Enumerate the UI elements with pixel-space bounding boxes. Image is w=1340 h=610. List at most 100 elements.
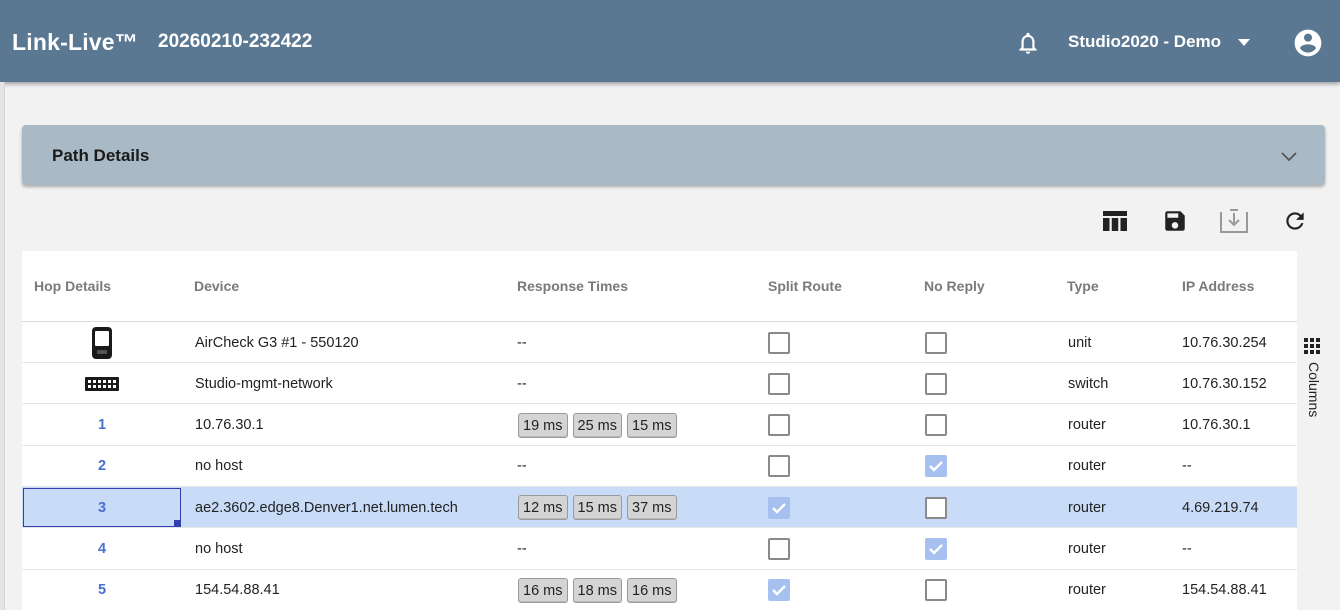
- response-times-text: --: [517, 458, 527, 475]
- split-route-cell: [768, 529, 790, 570]
- table-row[interactable]: 3 ae2.3602.edge8.Denver1.net.lumen.tech 12…: [22, 487, 1297, 529]
- hop-details-cell[interactable]: 2: [22, 446, 182, 487]
- split-route-checkbox[interactable]: [768, 372, 790, 395]
- column-header-hop-details[interactable]: Hop Details: [34, 278, 111, 294]
- no-reply-checkbox[interactable]: [925, 538, 947, 560]
- type-cell: router: [1068, 582, 1106, 599]
- response-times-cell: --: [517, 446, 527, 487]
- no-reply-checkbox[interactable]: [925, 414, 947, 437]
- no-reply-checkbox[interactable]: [925, 579, 947, 602]
- column-header-ip-address[interactable]: IP Address: [1182, 278, 1254, 294]
- table-row[interactable]: 2 no host -- router --: [22, 446, 1297, 487]
- split-route-checkbox[interactable]: [768, 496, 790, 519]
- top-app-bar: Link-Live™ 20260210-232422 Studio2020 - …: [0, 0, 1340, 82]
- response-times-cell: --: [517, 529, 527, 570]
- hop-number-link[interactable]: 2: [98, 458, 106, 474]
- ip-address-cell: --: [1182, 458, 1192, 475]
- type-cell: router: [1068, 417, 1106, 434]
- column-header-split-route[interactable]: Split Route: [768, 278, 842, 294]
- notifications-bell-icon[interactable]: [1015, 30, 1041, 56]
- column-header-device[interactable]: Device: [194, 278, 239, 294]
- network-switch-icon: [84, 376, 120, 392]
- split-route-cell: [768, 363, 790, 404]
- left-rail: [0, 82, 5, 610]
- type-cell: router: [1068, 541, 1106, 557]
- columns-label[interactable]: Columns: [1302, 362, 1322, 432]
- table-row[interactable]: Studio-mgmt-network -- switch 10.76.30.152: [22, 363, 1297, 405]
- type-cell: unit: [1068, 334, 1092, 351]
- table-row[interactable]: AirCheck G3 #1 - 550120 -- unit 10.76.30.25…: [22, 322, 1297, 363]
- table-row[interactable]: 4 no host -- router --: [22, 529, 1297, 570]
- grid-header: Hop Details Device Response Times Split …: [22, 251, 1297, 322]
- table-row[interactable]: 1 10.76.30.1 19 ms 25 ms 15 ms router 10.76.30…: [22, 405, 1297, 446]
- table-row[interactable]: 5 154.54.88.41 16 ms 18 ms 16 ms router 154.54…: [22, 570, 1297, 610]
- response-times-cell: 16 ms 18 ms 16 ms: [518, 570, 682, 610]
- no-reply-checkbox[interactable]: [925, 372, 947, 395]
- hop-number-link[interactable]: 4: [98, 541, 106, 557]
- split-route-cell: [768, 487, 790, 528]
- hop-details-cell[interactable]: 5: [22, 570, 182, 610]
- ip-address-cell: 154.54.88.41: [1182, 582, 1267, 599]
- account-circle-icon[interactable]: [1292, 27, 1324, 59]
- no-reply-cell: [925, 446, 947, 487]
- split-route-checkbox[interactable]: [768, 455, 790, 478]
- ip-address-cell: 10.76.30.254: [1182, 334, 1267, 351]
- response-time-chip: 15 ms: [627, 412, 677, 438]
- response-times-cell: 12 ms 15 ms 37 ms: [518, 487, 682, 528]
- column-header-response-times[interactable]: Response Times: [517, 278, 628, 294]
- refresh-icon[interactable]: [1280, 206, 1310, 236]
- path-details-accordion[interactable]: Path Details: [22, 125, 1325, 185]
- brand-logo[interactable]: Link-Live™: [12, 29, 138, 56]
- hop-details-cell[interactable]: [22, 322, 182, 363]
- split-route-checkbox[interactable]: [768, 579, 790, 602]
- response-time-chip: 12 ms: [518, 495, 568, 521]
- hop-details-cell[interactable]: 3: [22, 487, 182, 528]
- split-route-checkbox[interactable]: [768, 414, 790, 437]
- save-icon[interactable]: [1160, 206, 1190, 236]
- ip-address-cell: 10.76.30.1: [1182, 417, 1251, 434]
- no-reply-cell: [925, 487, 947, 528]
- ip-address-cell: 4.69.219.74: [1182, 499, 1259, 516]
- split-route-cell: [768, 405, 790, 446]
- no-reply-checkbox[interactable]: [925, 331, 947, 354]
- chevron-down-icon[interactable]: [1280, 150, 1298, 164]
- table-columns-icon[interactable]: [1100, 206, 1130, 236]
- no-reply-cell: [925, 322, 947, 363]
- hop-number-link[interactable]: 3: [98, 500, 106, 516]
- no-reply-cell: [925, 570, 947, 610]
- response-times-cell: --: [517, 322, 527, 363]
- response-times-cell: 19 ms 25 ms 15 ms: [518, 405, 682, 446]
- hop-number-link[interactable]: 5: [98, 582, 106, 598]
- response-times-text: --: [517, 375, 527, 392]
- split-route-cell: [768, 446, 790, 487]
- no-reply-checkbox[interactable]: [925, 455, 947, 478]
- session-title: 20260210-232422: [158, 31, 313, 52]
- chevron-down-icon[interactable]: [1236, 36, 1252, 50]
- response-time-chip: 19 ms: [518, 412, 568, 438]
- ip-address-cell: 10.76.30.152: [1182, 375, 1267, 392]
- response-time-chip: 18 ms: [572, 577, 622, 603]
- split-route-checkbox[interactable]: [768, 538, 790, 560]
- response-time-chip: 25 ms: [572, 412, 622, 438]
- type-cell: router: [1068, 499, 1106, 516]
- no-reply-checkbox[interactable]: [925, 496, 947, 519]
- download-icon[interactable]: [1219, 206, 1249, 236]
- device-cell: no host: [195, 458, 243, 475]
- hop-number-link[interactable]: 1: [98, 417, 106, 433]
- grid-dots-icon: [1304, 338, 1320, 354]
- device-cell: AirCheck G3 #1 - 550120: [195, 334, 359, 351]
- hop-details-cell[interactable]: 4: [22, 529, 182, 570]
- organization-selector[interactable]: Studio2020 - Demo: [1068, 32, 1221, 52]
- column-header-type[interactable]: Type: [1067, 278, 1099, 294]
- hop-details-cell[interactable]: 1: [22, 405, 182, 446]
- column-header-no-reply[interactable]: No Reply: [924, 278, 985, 294]
- hop-details-cell[interactable]: [22, 363, 182, 404]
- response-times-cell: --: [517, 363, 527, 404]
- panel-title: Path Details: [52, 146, 150, 165]
- split-route-checkbox[interactable]: [768, 331, 790, 354]
- response-time-chip: 16 ms: [627, 577, 677, 603]
- path-hops-grid: Hop Details Device Response Times Split …: [22, 251, 1297, 610]
- response-times-text: --: [517, 541, 527, 557]
- device-cell: 10.76.30.1: [195, 417, 264, 434]
- response-time-chip: 16 ms: [518, 577, 568, 603]
